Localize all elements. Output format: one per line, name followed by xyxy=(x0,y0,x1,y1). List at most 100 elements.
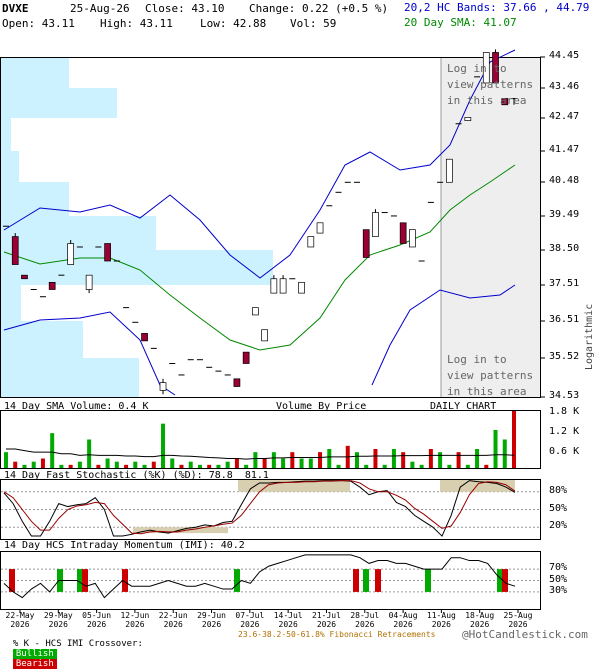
vbp-bar xyxy=(1,151,19,182)
volume-bar xyxy=(151,461,156,468)
volume-bar xyxy=(419,464,424,468)
imi-crossover-bar xyxy=(363,569,369,592)
x-tick-label: 11-Aug 2026 xyxy=(426,611,456,629)
volume-bar xyxy=(290,452,295,468)
stoch-tick-label: 20% xyxy=(549,520,568,532)
volume-bar xyxy=(22,464,27,468)
imi-crossover-bar xyxy=(82,569,88,592)
imi-crossover-bar xyxy=(425,569,431,592)
volume-bar xyxy=(59,464,64,468)
x-tick-label: 29-May 2026 xyxy=(43,611,73,629)
candle-body xyxy=(445,158,453,183)
candle-body xyxy=(252,307,259,316)
volume-bar xyxy=(13,461,18,468)
price-tick-label: 39.49 xyxy=(549,209,580,220)
candle-body xyxy=(85,274,93,290)
candle-body xyxy=(399,222,407,244)
volume-bar xyxy=(493,430,498,468)
vbp-bar xyxy=(1,216,156,250)
x-tick-label: 14-Jul 2026 xyxy=(273,611,303,629)
x-tick-label: 07-Jul 2026 xyxy=(235,611,265,629)
vbp-bar xyxy=(1,250,273,285)
volume-bar xyxy=(465,464,470,468)
candle-body xyxy=(372,212,379,237)
vbp-bar xyxy=(1,358,139,397)
volume-bar xyxy=(179,464,184,468)
volume-bar xyxy=(87,439,92,468)
volume-bar xyxy=(475,449,480,468)
stoch-title: 14 Day Fast Stochastic (%K) (%D): 78.8 8… xyxy=(4,470,269,481)
volume-bar xyxy=(142,464,147,468)
volume-bar xyxy=(354,452,359,468)
volume-bar xyxy=(438,452,443,468)
price-tick-label: 40.48 xyxy=(549,175,580,186)
candle-body xyxy=(261,329,268,342)
candle-body xyxy=(270,278,278,294)
x-tick-label: 22-Jun 2026 xyxy=(158,611,188,629)
volume-bar xyxy=(512,411,516,468)
candle-body xyxy=(11,236,19,265)
volume-bar xyxy=(336,464,341,468)
candle-body xyxy=(104,243,111,262)
candle-body xyxy=(141,333,148,342)
price-tick-label: 42.47 xyxy=(549,111,580,122)
price-tick-label: 35.52 xyxy=(549,351,580,362)
volume-bar xyxy=(207,464,212,468)
price-tick-label: 37.51 xyxy=(549,278,580,289)
x-tick-label: 12-Jun 2026 xyxy=(120,611,150,629)
price-tick-label: 43.46 xyxy=(549,81,580,92)
volume-bar xyxy=(244,464,249,468)
volume-bar xyxy=(197,464,202,468)
volume-bar xyxy=(133,461,138,468)
candle-body xyxy=(67,243,75,265)
log-scale-label: Logarithmic xyxy=(584,303,595,370)
volume-bar xyxy=(234,458,239,468)
volume-bar xyxy=(114,461,119,468)
candle-body xyxy=(233,378,241,387)
login-notice-top[interactable]: Log in to view patterns in this area xyxy=(447,61,533,109)
x-tick-label: 18-Aug 2026 xyxy=(465,611,495,629)
volume-bar xyxy=(484,464,489,468)
price-tick-label: 44.45 xyxy=(549,50,580,61)
candle-body xyxy=(409,229,416,248)
volume-bar xyxy=(170,458,175,468)
x-tick-label: 04-Aug 2026 xyxy=(388,611,418,629)
price-tick-label: 41.47 xyxy=(549,144,580,155)
volume-bar xyxy=(364,464,369,468)
vbp-bar xyxy=(1,321,83,358)
candle-body xyxy=(464,117,472,121)
bullish-legend: Bullish xyxy=(12,649,57,659)
footer-crossover-label: % K - HCS IMI Crossover: xyxy=(12,639,143,649)
vbp-bar xyxy=(1,285,21,321)
imi-tick-label: 70% xyxy=(549,562,568,574)
volume-bar xyxy=(262,458,267,468)
copyright[interactable]: @HotCandlestick.com xyxy=(462,628,588,641)
volume-bar xyxy=(373,449,378,468)
volume-bar xyxy=(382,464,387,468)
volume-tick-label: 1.8 K xyxy=(549,406,580,417)
candle-body xyxy=(159,382,167,391)
volume-bar xyxy=(410,461,415,468)
volume-bar xyxy=(31,461,36,468)
volume-bar xyxy=(96,464,101,468)
volume-bar xyxy=(502,439,507,468)
x-tick-label: 21-Jul 2026 xyxy=(312,611,341,629)
footer-crossover: % K - HCS IMI Crossover: Bullish Bearish xyxy=(2,629,143,669)
imi-tick-label: 30% xyxy=(549,584,568,596)
volume-bar xyxy=(68,464,73,468)
stoch-tick-label: 80% xyxy=(549,484,568,496)
vbp-title: Volume By Price xyxy=(276,401,367,412)
x-tick-label: 22-May 2026 xyxy=(5,611,35,629)
stoch-tick-label: 50% xyxy=(549,502,568,514)
volume-bar xyxy=(188,461,193,468)
candle-body xyxy=(48,281,56,290)
vbp-bar xyxy=(1,88,117,118)
imi-crossover-bar xyxy=(234,569,240,592)
volume-bar xyxy=(318,452,323,468)
volume-bar xyxy=(308,458,313,468)
login-notice-bottom[interactable]: Log in to view patterns in this area xyxy=(447,352,533,400)
imi-crossover-bar xyxy=(375,569,381,592)
price-tick-label: 36.51 xyxy=(549,314,580,325)
volume-bar xyxy=(40,458,45,468)
candle-body xyxy=(242,351,250,364)
